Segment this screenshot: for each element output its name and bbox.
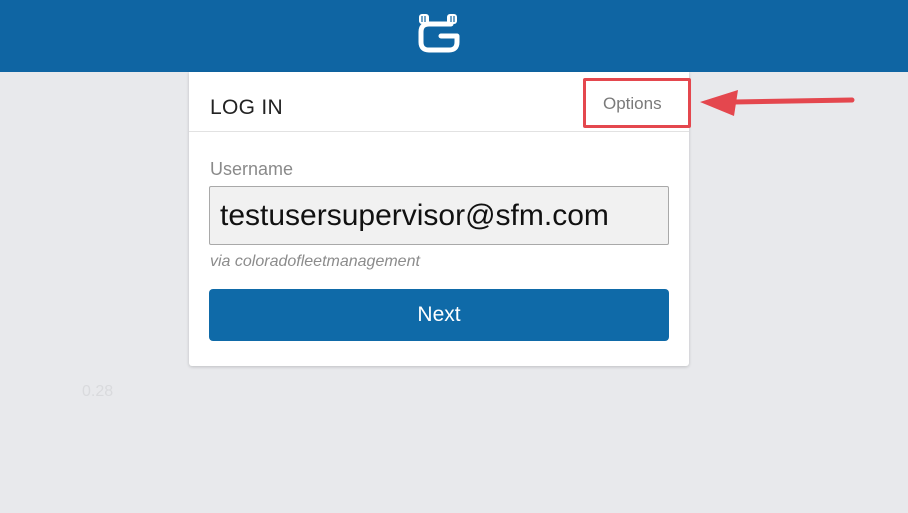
username-label: Username <box>210 159 294 179</box>
version-text: 0.28 <box>82 383 114 400</box>
next-button[interactable]: Next <box>209 289 669 341</box>
via-text: via coloradofleetmanagement <box>210 253 420 270</box>
arrow-left-icon <box>700 90 855 116</box>
options-highlight-box <box>583 78 691 128</box>
username-input[interactable] <box>209 186 669 245</box>
g-robot-logo-icon <box>418 14 460 53</box>
top-bar <box>0 0 908 72</box>
page-title: LOG IN <box>210 96 283 119</box>
